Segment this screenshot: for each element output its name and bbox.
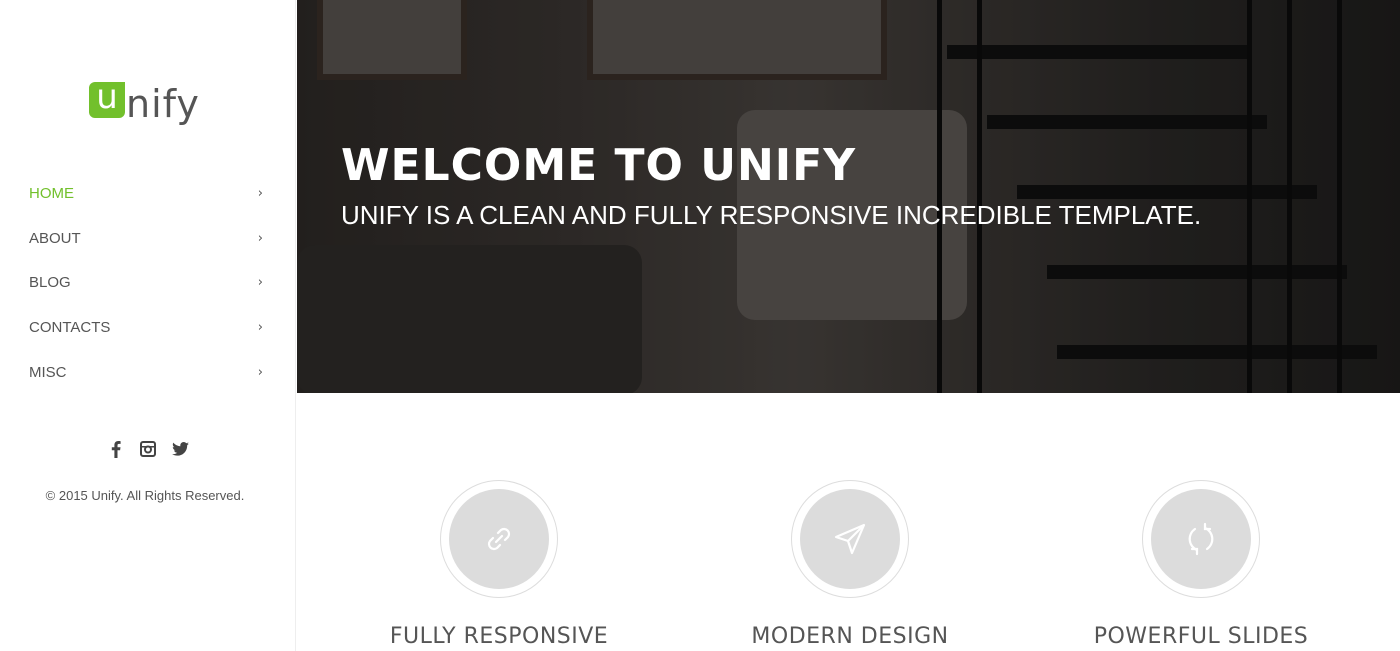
hero-subtitle: UNIFY IS A CLEAN AND FULLY RESPONSIVE IN… xyxy=(341,200,1202,230)
nav-item-label: CONTACTS xyxy=(29,319,111,337)
feature-modern-design: MODERN DESIGN xyxy=(670,480,1030,649)
chevron-right-icon: › xyxy=(257,275,263,291)
nav-item-home[interactable]: HOME › xyxy=(0,171,296,216)
copyright: © 2015 Unify. All Rights Reserved. xyxy=(45,488,245,503)
nav-item-label: ABOUT xyxy=(29,229,81,247)
link-icon xyxy=(449,489,549,589)
twitter-icon[interactable] xyxy=(171,440,189,458)
nav-item-misc[interactable]: MISC › xyxy=(0,350,296,395)
paper-plane-icon xyxy=(800,489,900,589)
feature-icon-ring xyxy=(1142,480,1260,598)
hero-title: WELCOME TO UNIFY xyxy=(341,140,857,191)
logo-initial: u xyxy=(89,80,125,118)
social-links xyxy=(0,440,296,458)
nav-item-blog[interactable]: BLOG › xyxy=(0,261,296,306)
hero-overlay xyxy=(297,0,1400,393)
feature-icon-ring xyxy=(791,480,909,598)
chevron-right-icon: › xyxy=(257,230,263,246)
feature-title: POWERFUL SLIDES xyxy=(1093,624,1309,649)
logo-text: nify xyxy=(126,82,200,126)
chevron-right-icon: › xyxy=(257,320,263,336)
sidebar: u nify HOME › ABOUT › BLOG › CONTACTS › … xyxy=(0,0,296,651)
feature-icon-ring xyxy=(440,480,558,598)
nav-item-label: BLOG xyxy=(29,274,71,292)
chevron-right-icon: › xyxy=(257,185,263,201)
facebook-icon[interactable] xyxy=(107,440,125,458)
nav-item-contacts[interactable]: CONTACTS › xyxy=(0,305,296,350)
nav-item-label: MISC xyxy=(29,363,67,381)
chevron-right-icon: › xyxy=(257,364,263,380)
nav-item-label: HOME xyxy=(29,184,74,202)
feature-responsive: FULLY RESPONSIVE xyxy=(319,480,679,649)
feature-title: FULLY RESPONSIVE xyxy=(389,624,609,649)
hero-banner: WELCOME TO UNIFY UNIFY IS A CLEAN AND FU… xyxy=(297,0,1400,393)
main-nav: HOME › ABOUT › BLOG › CONTACTS › MISC › xyxy=(0,171,296,395)
feature-powerful-slides: POWERFUL SLIDES xyxy=(1021,480,1381,649)
nav-item-about[interactable]: ABOUT › xyxy=(0,216,296,261)
refresh-icon xyxy=(1151,489,1251,589)
logo[interactable]: u nify xyxy=(89,72,200,123)
feature-title: MODERN DESIGN xyxy=(751,624,949,649)
instagram-icon[interactable] xyxy=(139,440,157,458)
